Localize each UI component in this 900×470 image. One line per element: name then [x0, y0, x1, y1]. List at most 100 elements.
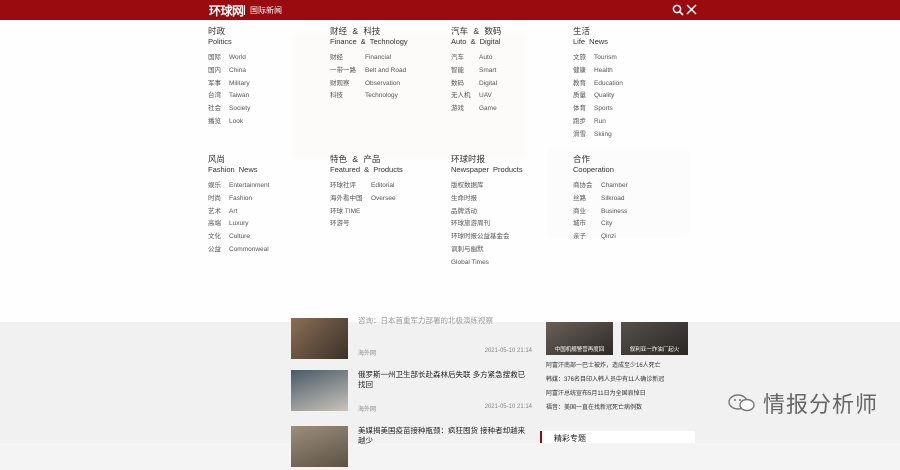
news-headline[interactable]: 咨询：日本首重军力部署的北极演练视察 [358, 316, 530, 326]
menu-item[interactable]: 环游号 [330, 218, 403, 231]
search-icon[interactable] [672, 4, 684, 16]
sidebar-link[interactable]: 福音：美国一直在找新冠死亡病例数 [546, 402, 642, 411]
news-thumbnail[interactable] [291, 426, 348, 467]
menu-item[interactable]: 健康 Health [573, 65, 623, 78]
menu-item[interactable]: 环球时报公益基金会 [451, 231, 523, 244]
section-title-en[interactable]: Fashion News [208, 165, 269, 175]
menu-item[interactable]: 文旅 Tourism [573, 52, 623, 65]
menu-item[interactable]: 环球社评 Editorial [330, 180, 403, 193]
close-icon[interactable] [686, 4, 697, 15]
channel-name[interactable]: 国际新闻 [250, 5, 282, 16]
menu-item[interactable]: 娱乐 Entertainment [208, 180, 269, 193]
sidebar-link[interactable]: 韩媒：376名目印入韩人员中有11人确诊新冠 [546, 374, 664, 383]
menu-item[interactable]: 国际 World [208, 52, 250, 65]
menu-item[interactable]: 丝路 Silkroad [573, 193, 628, 206]
featured-topics-title: 精彩专题 [554, 434, 586, 443]
news-headline[interactable]: 俄罗斯一州卫生部长赴森林后失联 多方紧急搜救已找回 [358, 370, 530, 389]
image-caption: 中国机舰警营再度回 [554, 347, 605, 353]
section-title-cn[interactable]: 时政 [208, 26, 250, 37]
news-source: 海外网 [358, 351, 377, 357]
menu-item[interactable]: 高端 Luxury [208, 218, 269, 231]
menu-item[interactable]: 商协会 Chamber [573, 180, 628, 193]
menu-item[interactable]: 时尚 Fashion [208, 193, 269, 206]
sidebar-link[interactable]: 阿富汗南部一巴士被炸，造成至少16人死亡 [546, 360, 661, 369]
watermark: 情报分析师 [727, 388, 878, 418]
section-title-en[interactable]: Auto & Digital [451, 37, 501, 47]
menu-item[interactable]: 播览 Look [208, 116, 250, 129]
menu-item[interactable]: 财观察 Observation [330, 78, 408, 91]
menu-item[interactable]: 生命时报 [451, 193, 523, 206]
menu-item[interactable]: Global Times [451, 257, 523, 270]
menu-item[interactable]: 品牌活动 [451, 206, 523, 219]
menu-item[interactable]: 智能 Smart [451, 65, 501, 78]
menu-item[interactable]: 社会 Society [208, 103, 250, 116]
menu-section-cooperation: 合作 Cooperation 商协会 Chamber 丝路 Silkroad 商业 B… [573, 154, 628, 244]
sidebar-image[interactable]: 叙利亚一炸油厂起火 [621, 322, 688, 355]
section-title-en[interactable]: Politics [208, 37, 250, 47]
section-title-en[interactable]: Finance & Technology [330, 37, 408, 47]
menu-item[interactable]: 财经 Financial [330, 52, 408, 65]
wechat-icon [728, 394, 755, 412]
menu-item[interactable]: 海外看中国 Oversee [330, 193, 403, 206]
menu-item[interactable]: 艺术 Art [208, 206, 269, 219]
watermark-text: 情报分析师 [763, 392, 879, 417]
section-title-cn[interactable]: 风尚 [208, 154, 269, 165]
menu-item[interactable]: 商业 Business [573, 206, 628, 219]
sidebar-image[interactable]: 中国机舰警营再度回 [546, 322, 613, 355]
menu-section-politics: 时政 Politics 国际 World 国内 China 军事 Military 台… [208, 26, 250, 129]
menu-item[interactable]: 体育 Sports [573, 103, 623, 116]
menu-section-auto-digital: 汽车 & 数码 Auto & Digital 汽车 Auto 智能 Smart 数码… [451, 26, 501, 116]
section-title-en[interactable]: Featured & Products [330, 165, 403, 175]
menu-item[interactable]: 台湾 Taiwan [208, 90, 250, 103]
menu-section-featured-products: 特色 & 产品 Featured & Products 环球社评 Editoria… [330, 154, 403, 231]
top-bar: 环球网 国际新闻 [0, 0, 900, 20]
menu-item[interactable]: 教育 Education [573, 78, 623, 91]
news-item[interactable]: 俄罗斯一州卫生部长赴森林后失联 多方紧急搜救已找回 海外网 2021-05-10… [291, 370, 536, 414]
menu-item[interactable]: 讽刺与幽默 [451, 244, 523, 257]
menu-item[interactable]: 公益 Commonweal [208, 244, 269, 257]
menu-item[interactable]: 环球旅游周刊 [451, 218, 523, 231]
menu-item[interactable]: 军事 Military [208, 78, 250, 91]
news-thumbnail[interactable] [291, 370, 348, 411]
menu-item[interactable]: 版权数据库 [451, 180, 523, 193]
news-item[interactable]: 美媒揭美国疫苗接种瓶颈：疯狂囤货 接种者却越来越少 [291, 426, 536, 470]
logo-divider [244, 5, 245, 15]
menu-item[interactable]: 亲子 Qinzi [573, 231, 628, 244]
menu-section-fashion-news: 风尚 Fashion News 娱乐 Entertainment 时尚 Fashio… [208, 154, 269, 257]
menu-item[interactable]: 质量 Quality [573, 90, 623, 103]
navigation-menu-overlay: 时政 Politics 国际 World 国内 China 军事 Military 台… [0, 20, 900, 322]
menu-item[interactable]: 汽车 Auto [451, 52, 501, 65]
news-list: 咨询：日本首重军力部署的北极演练视察 海外网 2021-05-10 21:14 … [291, 316, 536, 467]
section-title-cn[interactable]: 合作 [573, 154, 628, 165]
menu-item[interactable]: 文化 Culture [208, 231, 269, 244]
menu-item[interactable]: 跑步 Run [573, 116, 623, 129]
news-date: 2021-05-10 21:14 [484, 404, 532, 410]
menu-item[interactable]: 数码 Digital [451, 78, 501, 91]
section-title-en[interactable]: Life News [573, 37, 623, 47]
section-title-cn[interactable]: 财经 & 科技 [330, 26, 408, 37]
menu-item[interactable]: 无人机 UAV [451, 90, 501, 103]
section-title-cn[interactable]: 生活 [573, 26, 623, 37]
menu-item[interactable]: 滑雪 Skiing [573, 129, 623, 142]
sidebar-link[interactable]: 阿富汗总统宣布5月11日为全国哀悼日 [546, 388, 646, 397]
menu-section-finance-technology: 财经 & 科技 Finance & Technology 财经 Financial… [330, 26, 408, 103]
news-headline[interactable]: 美媒揭美国疫苗接种瓶颈：疯狂囤货 接种者却越来越少 [358, 426, 530, 445]
right-sidebar: 中国机舰警营再度回 叙利亚一炸油厂起火 阿富汗南部一巴士被炸，造成至少16人死亡… [546, 322, 696, 443]
section-title-en[interactable]: Cooperation [573, 165, 628, 175]
menu-item[interactable]: 环球 TIME [330, 206, 403, 219]
section-title-cn[interactable]: 环球时报 [451, 154, 523, 165]
section-title-cn[interactable]: 特色 & 产品 [330, 154, 403, 165]
menu-item[interactable]: 城市 City [573, 218, 628, 231]
menu-item[interactable]: 游戏 Game [451, 103, 501, 116]
news-item[interactable]: 咨询：日本首重军力部署的北极演练视察 海外网 2021-05-10 21:14 [291, 316, 536, 362]
menu-item[interactable]: 国内 China [208, 65, 250, 78]
news-source: 海外网 [358, 407, 377, 413]
menu-item[interactable]: 科技 Technology [330, 90, 408, 103]
section-title-en[interactable]: Newspaper Products [451, 165, 523, 175]
featured-topics-header: 精彩专题 [540, 431, 695, 443]
news-thumbnail[interactable] [291, 318, 348, 359]
section-title-cn[interactable]: 汽车 & 数码 [451, 26, 501, 37]
menu-item[interactable]: 一带一路 Belt and Road [330, 65, 408, 78]
site-logo[interactable]: 环球网 [209, 2, 244, 19]
news-date: 2021-05-10 21:14 [484, 348, 532, 354]
